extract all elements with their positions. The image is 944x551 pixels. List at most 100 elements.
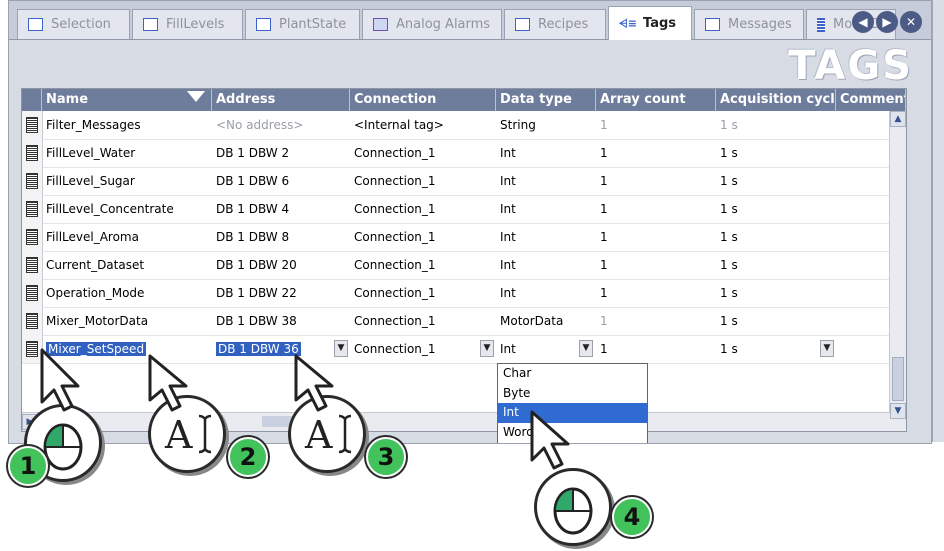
cell-comment[interactable] [836,223,890,251]
row-selector[interactable] [22,111,43,139]
cycle-dropdown-button[interactable]: ▼ [820,340,834,357]
cell-name[interactable]: Mixer_MotorData [42,307,212,335]
column-header-name[interactable]: Name [42,89,212,111]
cell-datatype[interactable]: Int [496,251,596,279]
cell-address[interactable]: DB 1 DBW 20 [212,251,350,279]
cell-acquisition-cycle[interactable]: 1 s [716,139,836,167]
tab-scroll-left-button[interactable]: ◀ [852,11,874,33]
cell-acquisition-cycle[interactable]: 1 s [716,307,836,335]
connection-dropdown-button[interactable]: ▼ [480,340,494,357]
row-selector[interactable] [22,279,43,307]
scroll-down-button[interactable]: ▼ [890,403,906,419]
cell-connection[interactable]: Connection_1 [350,335,496,363]
cell-array-count[interactable]: 1 [596,223,716,251]
cell-address[interactable]: DB 1 DBW 4 [212,195,350,223]
cell-array-count[interactable]: 1 [596,307,716,335]
cell-array-count[interactable]: 1 [596,195,716,223]
cell-name[interactable]: Current_Dataset [42,251,212,279]
tab-recipes[interactable]: Recipes [504,9,606,39]
tab-analog-alarms[interactable]: Analog Alarms [362,9,502,39]
cell-array-count[interactable]: 1 [596,111,716,139]
cell-connection[interactable]: Connection_1 [350,279,496,307]
scroll-thumb[interactable] [892,357,904,401]
cell-datatype[interactable]: Int [496,223,596,251]
table-row[interactable]: Operation_Mode DB 1 DBW 22 Connection_1 Int… [22,279,906,308]
cell-address[interactable]: <No address> [212,111,350,139]
cell-acquisition-cycle[interactable]: 1 s [716,251,836,279]
cell-address[interactable]: DB 1 DBW 22 [212,279,350,307]
datatype-option[interactable]: Byte [498,384,647,404]
cell-connection[interactable]: Connection_1 [350,167,496,195]
row-selector[interactable] [22,139,43,167]
row-selector[interactable] [22,195,43,223]
cell-connection[interactable]: Connection_1 [350,195,496,223]
cell-array-count[interactable]: 1 [596,335,716,363]
cell-name[interactable]: FillLevel_Aroma [42,223,212,251]
column-header-address[interactable]: Address [212,89,350,111]
table-row[interactable]: Filter_Messages <No address> <Internal tag… [22,111,906,140]
cell-array-count[interactable]: 1 [596,251,716,279]
table-row[interactable]: Mixer_MotorData DB 1 DBW 38 Connection_1 Mo… [22,307,906,336]
cell-name[interactable]: Filter_Messages [42,111,212,139]
cell-array-count[interactable]: 1 [596,139,716,167]
close-editor-button[interactable]: ✕ [900,11,922,33]
cell-datatype[interactable]: Int [496,279,596,307]
cell-name[interactable]: FillLevel_Water [42,139,212,167]
cell-comment[interactable] [836,111,890,139]
table-row[interactable]: FillLevel_Water DB 1 DBW 2 Connection_1 Int… [22,139,906,168]
table-row[interactable]: FillLevel_Sugar DB 1 DBW 6 Connection_1 Int… [22,167,906,196]
cell-comment[interactable] [836,251,890,279]
cell-datatype[interactable]: Int [496,167,596,195]
cell-connection[interactable]: Connection_1 [350,251,496,279]
cell-datatype[interactable]: MotorData [496,307,596,335]
cell-acquisition-cycle[interactable]: 1 s [716,111,836,139]
vertical-scrollbar[interactable]: ▲ ▼ [889,111,906,431]
cell-datatype[interactable]: Int [496,195,596,223]
row-selector[interactable] [22,223,43,251]
cell-acquisition-cycle[interactable]: 1 s [716,335,816,363]
cell-address[interactable]: DB 1 DBW 38 [212,307,350,335]
cell-connection[interactable]: <Internal tag> [350,111,496,139]
table-row[interactable]: FillLevel_Concentrate DB 1 DBW 4 Connectio… [22,195,906,224]
cell-connection[interactable]: Connection_1 [350,223,496,251]
tab-tags[interactable]: ⩤≡ Tags [608,6,692,40]
cell-comment[interactable] [836,307,890,335]
tab-filllevels[interactable]: FillLevels [132,9,243,39]
column-header-connection[interactable]: Connection [350,89,496,111]
cell-acquisition-cycle[interactable]: 1 s [716,223,836,251]
cell-name[interactable]: FillLevel_Sugar [42,167,212,195]
table-row[interactable]: FillLevel_Aroma DB 1 DBW 8 Connection_1 Int… [22,223,906,252]
cell-datatype[interactable]: Int [496,335,578,363]
tab-plantstate[interactable]: PlantState [245,9,360,39]
cell-comment[interactable] [836,167,890,195]
cell-connection[interactable]: Connection_1 [350,307,496,335]
cell-connection[interactable]: Connection_1 [350,139,496,167]
cell-datatype[interactable]: String [496,111,596,139]
cell-array-count[interactable]: 1 [596,279,716,307]
row-selector[interactable] [22,251,43,279]
column-header-comment[interactable]: Comment [836,89,906,111]
datatype-dropdown-button[interactable]: ▼ [579,340,593,357]
tab-scroll-right-button[interactable]: ▶ [876,11,898,33]
cell-datatype[interactable]: Int [496,139,596,167]
table-row[interactable]: Current_Dataset DB 1 DBW 20 Connection_1 In… [22,251,906,280]
cell-name[interactable]: Operation_Mode [42,279,212,307]
cell-acquisition-cycle[interactable]: 1 s [716,279,836,307]
cell-array-count[interactable]: 1 [596,167,716,195]
cell-name[interactable]: FillLevel_Concentrate [42,195,212,223]
cell-address[interactable]: DB 1 DBW 2 [212,139,350,167]
column-header-datatype[interactable]: Data type [496,89,596,111]
cell-comment[interactable] [836,279,890,307]
cell-acquisition-cycle[interactable]: 1 s [716,195,836,223]
column-header-acquisition-cycle[interactable]: Acquisition cycle [716,89,836,111]
tab-messages[interactable]: Messages [694,9,804,39]
cell-comment[interactable] [836,195,890,223]
column-header-array-count[interactable]: Array count [596,89,716,111]
row-selector[interactable] [22,307,43,335]
datatype-option[interactable]: Char [498,364,647,384]
row-selector[interactable] [22,167,43,195]
cell-address[interactable]: DB 1 DBW 6 [212,167,350,195]
cell-address[interactable]: DB 1 DBW 8 [212,223,350,251]
scroll-up-button[interactable]: ▲ [890,111,906,127]
cell-acquisition-cycle[interactable]: 1 s [716,167,836,195]
